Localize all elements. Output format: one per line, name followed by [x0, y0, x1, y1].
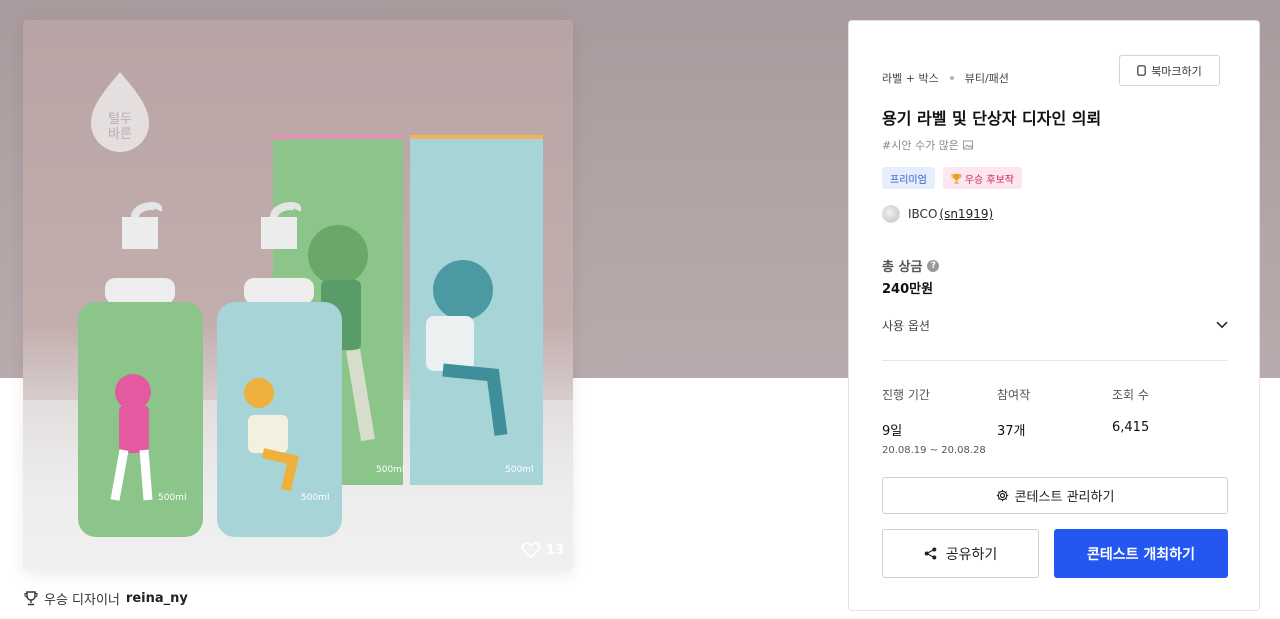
- host-contest-label: 콘테스트 개최하기: [1087, 546, 1195, 563]
- breadcrumb: 라벨 + 박스 뷰티/패션: [882, 70, 1009, 86]
- contest-info-panel: 라벨 + 박스 뷰티/패션 북마크하기 용기 라벨 및 단상자 디자인 의뢰 #…: [848, 20, 1260, 611]
- stat-duration: 진행 기간 9일 20.08.19 ~ 20.08.28: [882, 386, 997, 456]
- svg-text:500ml: 500ml: [505, 465, 533, 475]
- views-label: 조회 수: [1112, 388, 1149, 402]
- owner-id-link[interactable]: (sn1919): [939, 207, 993, 221]
- contest-title: 용기 라벨 및 단상자 디자인 의뢰: [882, 109, 1102, 128]
- gear-icon: [996, 489, 1008, 502]
- winner-designer-name[interactable]: reina_ny: [126, 591, 188, 606]
- host-contest-button[interactable]: 콘테스트 개최하기: [1054, 529, 1228, 578]
- winner-candidate-badge: 우승 후보작: [942, 167, 1022, 189]
- contest-tag: #시안 수가 많은: [882, 139, 959, 152]
- winner-candidate-label: 우승 후보작: [964, 174, 1014, 186]
- breadcrumb-separator: [949, 76, 954, 80]
- trophy-icon: [24, 591, 38, 606]
- badge-group: 프리미엄 우승 후보작: [882, 167, 1022, 189]
- prize-label-text: 총 상금: [882, 260, 923, 275]
- share-label: 공유하기: [945, 546, 998, 563]
- contest-owner[interactable]: IBCO (sn1919): [882, 205, 993, 223]
- help-icon[interactable]: ?: [927, 259, 940, 272]
- svg-text:500ml: 500ml: [376, 465, 404, 475]
- total-prize-label: 총 상금 ?: [882, 256, 940, 275]
- share-icon: [924, 547, 937, 560]
- share-button[interactable]: 공유하기: [882, 529, 1039, 578]
- trophy-icon: [951, 173, 962, 184]
- premium-badge-label: 프리미엄: [890, 174, 927, 186]
- contest-subtitle: #시안 수가 많은: [882, 137, 973, 153]
- stat-participants: 참여작 37개: [997, 386, 1112, 456]
- manage-contest-label: 콘테스트 관리하기: [1014, 490, 1115, 505]
- image-icon: [962, 140, 973, 150]
- views-value: 6,415: [1112, 420, 1150, 435]
- contest-stats: 진행 기간 9일 20.08.19 ~ 20.08.28 참여작 37개 조회 …: [882, 386, 1228, 456]
- bookmark-button[interactable]: 북마크하기: [1119, 55, 1220, 86]
- logo-text-top: 털두: [108, 112, 132, 127]
- manage-contest-button[interactable]: 콘테스트 관리하기: [882, 477, 1228, 514]
- duration-label: 진행 기간: [882, 388, 930, 402]
- total-prize-value: 240만원: [882, 282, 934, 297]
- winner-label: 우승 디자이너: [44, 593, 120, 608]
- chevron-down-icon: [1216, 321, 1228, 329]
- svg-text:500ml: 500ml: [301, 493, 329, 503]
- svg-text:500ml: 500ml: [158, 493, 186, 503]
- logo-text-bottom: 바른: [108, 127, 132, 142]
- duration-value: 9일: [882, 424, 903, 439]
- owner-name: IBCO: [908, 207, 938, 221]
- usage-option-toggle[interactable]: 사용 옵션: [882, 316, 1228, 334]
- avatar: [882, 205, 900, 223]
- duration-dates: 20.08.19 ~ 20.08.28: [882, 445, 986, 456]
- usage-option-label: 사용 옵션: [882, 318, 930, 333]
- premium-badge: 프리미엄: [882, 167, 935, 189]
- breadcrumb-subcategory[interactable]: 뷰티/패션: [965, 70, 1009, 86]
- heart-outline-icon: [521, 542, 541, 559]
- stat-views: 조회 수 6,415: [1112, 386, 1227, 456]
- bookmark-label: 북마크하기: [1151, 64, 1202, 78]
- bookmark-icon: [1137, 65, 1146, 76]
- participants-value: 37개: [997, 424, 1026, 439]
- like-button[interactable]: 13: [521, 541, 564, 559]
- divider: [882, 360, 1228, 361]
- breadcrumb-category[interactable]: 라벨 + 박스: [882, 70, 939, 86]
- like-count: 13: [545, 542, 564, 558]
- product-illustration: 털두 바른 500ml 500ml 500ml 500ml: [23, 72, 573, 571]
- winner-designer-line: 우승 디자이너 reina_ny: [24, 589, 188, 608]
- participants-label: 참여작: [997, 388, 1031, 402]
- design-image[interactable]: 털두 바른 500ml 500ml 500ml 500ml 13: [23, 20, 573, 571]
